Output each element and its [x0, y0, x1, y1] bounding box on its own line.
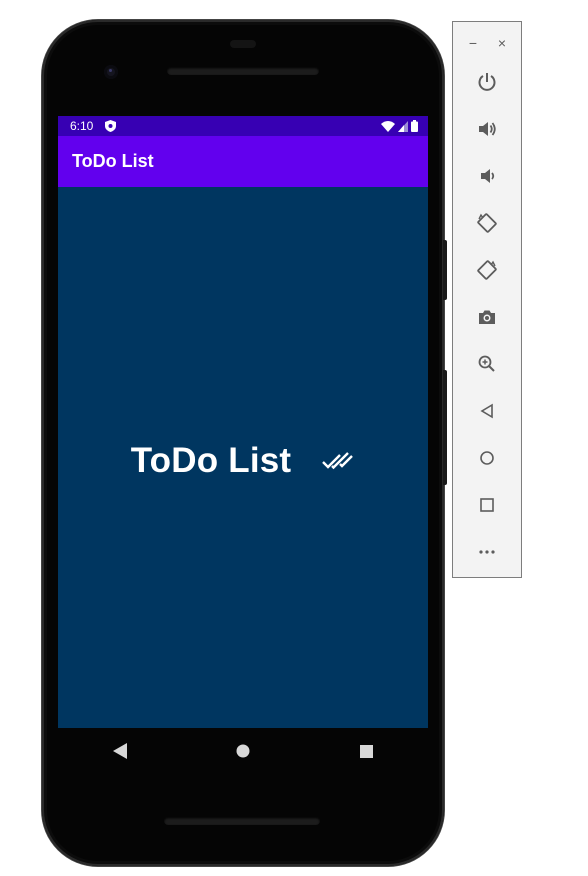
double-check-icon [322, 452, 354, 470]
signal-icon [398, 121, 408, 132]
back-icon [112, 743, 127, 759]
back-triangle-icon [480, 403, 493, 419]
volume-up-button[interactable] [473, 115, 501, 143]
nav-back-button[interactable] [108, 739, 132, 763]
navigation-bar [58, 729, 428, 773]
overview-square-icon [480, 498, 494, 512]
power-button[interactable] [473, 68, 501, 96]
device-screen: 6:10 ToDo List ToDo List [58, 116, 428, 728]
splash-title: ToDo List [130, 441, 292, 480]
front-camera [104, 65, 118, 79]
status-time: 6:10 [70, 119, 94, 133]
emulator-toolbar: − × [452, 21, 522, 578]
wifi-icon [381, 121, 395, 132]
home-circle-icon [480, 451, 494, 465]
home-icon [236, 744, 250, 758]
close-button[interactable]: × [491, 32, 513, 54]
toolbar-overview-button[interactable] [473, 491, 501, 519]
volume-down-button[interactable] [473, 162, 501, 190]
more-dots-icon [479, 550, 495, 554]
status-icons [381, 120, 418, 132]
toolbar-home-button[interactable] [473, 444, 501, 472]
camera-icon [479, 310, 495, 324]
power-icon [478, 73, 496, 91]
app-bar: ToDo List [58, 136, 428, 187]
volume-up-icon [479, 122, 496, 136]
rotate-left-button[interactable] [473, 209, 501, 237]
window-controls: − × [453, 32, 523, 54]
zoom-button[interactable] [473, 350, 501, 378]
power-button-side [443, 370, 447, 485]
zoom-icon [478, 355, 495, 372]
nav-home-button[interactable] [231, 739, 255, 763]
volume-rocker [443, 240, 447, 300]
splash-content: ToDo List [58, 436, 428, 486]
app-bar-title: ToDo List [72, 151, 154, 171]
recents-icon [359, 744, 373, 758]
toolbar-back-button[interactable] [473, 397, 501, 425]
screenshot-button[interactable] [473, 303, 501, 331]
rotate-right-button[interactable] [473, 256, 501, 284]
battery-icon [411, 120, 418, 132]
volume-down-icon [481, 169, 495, 183]
more-button[interactable] [473, 538, 501, 566]
sensor [230, 40, 256, 48]
shield-icon [105, 120, 116, 132]
rotate-right-icon [477, 260, 497, 280]
nav-recents-button[interactable] [354, 739, 378, 763]
bottom-speaker [164, 817, 320, 825]
status-bar: 6:10 [58, 116, 428, 136]
rotate-left-icon [477, 213, 497, 233]
minimize-button[interactable]: − [462, 32, 484, 54]
earpiece-speaker [167, 67, 319, 75]
